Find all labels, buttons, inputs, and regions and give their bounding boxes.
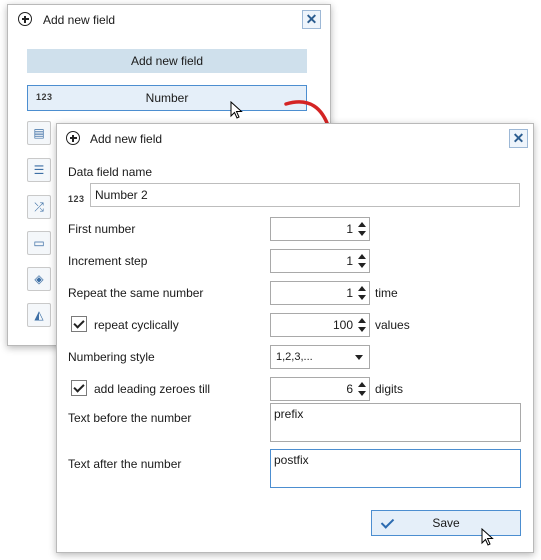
list-icon[interactable]: ☰ (27, 158, 51, 182)
numbering-style-select[interactable]: 1,2,3,... (270, 345, 370, 369)
number-item-label: Number (145, 91, 189, 105)
text-before-value: prefix (274, 407, 304, 421)
text-after-label: Text after the number (68, 457, 182, 471)
ticket-icon[interactable]: ▭ (27, 231, 51, 255)
chevron-down-icon (355, 355, 363, 360)
layers-icon[interactable]: ◈ (27, 267, 51, 291)
text-before-label: Text before the number (68, 411, 192, 425)
repeat-number-spinner[interactable]: 1 (270, 281, 370, 305)
increment-step-spinner[interactable]: 1 (270, 249, 370, 273)
repeat-number-label: Repeat the same number (68, 286, 204, 300)
spin-down-icon[interactable] (358, 231, 366, 236)
spin-down-icon[interactable] (358, 295, 366, 300)
repeat-cyclically-checkbox[interactable] (71, 316, 87, 332)
repeat-cyclically-label: repeat cyclically (94, 318, 179, 332)
leading-zeroes-spinner[interactable]: 6 (270, 377, 370, 401)
spin-up-icon[interactable] (358, 318, 366, 323)
cycle-values-value: 100 (332, 318, 353, 332)
leading-zeroes-checkbox[interactable] (71, 380, 87, 396)
front-dialog: Add new field ✕ Data field name 123 Numb… (56, 123, 534, 553)
front-title-bar: Add new field ✕ (57, 124, 533, 152)
data-field-name-input[interactable]: Number 2 (90, 183, 520, 207)
shuffle-icon[interactable]: ⤮ (27, 195, 51, 219)
data-field-name-label: Data field name (68, 165, 153, 179)
repeat-unit-label: time (375, 286, 398, 300)
add-new-field-header[interactable]: Add new field (27, 49, 307, 73)
back-title-bar: Add new field ✕ (8, 5, 330, 33)
shapes-icon[interactable]: ◭ (27, 303, 51, 327)
back-close-button[interactable]: ✕ (302, 10, 321, 29)
text-after-value: postfix (274, 453, 309, 467)
data-field-name-value: Number 2 (95, 188, 148, 202)
spin-up-icon[interactable] (358, 382, 366, 387)
increment-step-value: 1 (346, 254, 353, 268)
leading-zeroes-value: 6 (346, 382, 353, 396)
text-after-input[interactable]: postfix (270, 449, 521, 488)
leading-zeroes-unit: digits (375, 382, 404, 396)
mouse-pointer-icon (230, 101, 243, 119)
spin-up-icon[interactable] (358, 286, 366, 291)
cycle-values-unit: values (375, 318, 410, 332)
save-button-label: Save (432, 516, 460, 530)
first-number-spinner[interactable]: 1 (270, 217, 370, 241)
numbering-style-value: 1,2,3,... (276, 351, 313, 363)
numbering-style-label: Numbering style (68, 350, 155, 364)
repeat-number-value: 1 (346, 286, 353, 300)
front-dialog-title: Add new field (90, 132, 163, 146)
save-button[interactable]: Save (371, 510, 521, 536)
add-circle-icon (66, 131, 80, 145)
add-circle-icon (18, 12, 32, 26)
leading-zeroes-label: add leading zeroes till (94, 382, 211, 396)
front-close-button[interactable]: ✕ (509, 129, 528, 148)
spin-up-icon[interactable] (358, 222, 366, 227)
mouse-pointer-icon (481, 528, 494, 546)
spin-down-icon[interactable] (358, 391, 366, 396)
number-field-item[interactable]: 123 Number (27, 85, 307, 111)
csv-icon[interactable]: ▤ (27, 121, 51, 145)
first-number-label: First number (68, 222, 136, 236)
spin-down-icon[interactable] (358, 263, 366, 268)
spin-down-icon[interactable] (358, 327, 366, 332)
number-type-icon: 123 (68, 194, 85, 204)
back-dialog-title: Add new field (43, 13, 116, 27)
text-before-input[interactable]: prefix (270, 403, 521, 442)
spin-up-icon[interactable] (358, 254, 366, 259)
increment-step-label: Increment step (68, 254, 148, 268)
first-number-value: 1 (346, 222, 353, 236)
cycle-values-spinner[interactable]: 100 (270, 313, 370, 337)
